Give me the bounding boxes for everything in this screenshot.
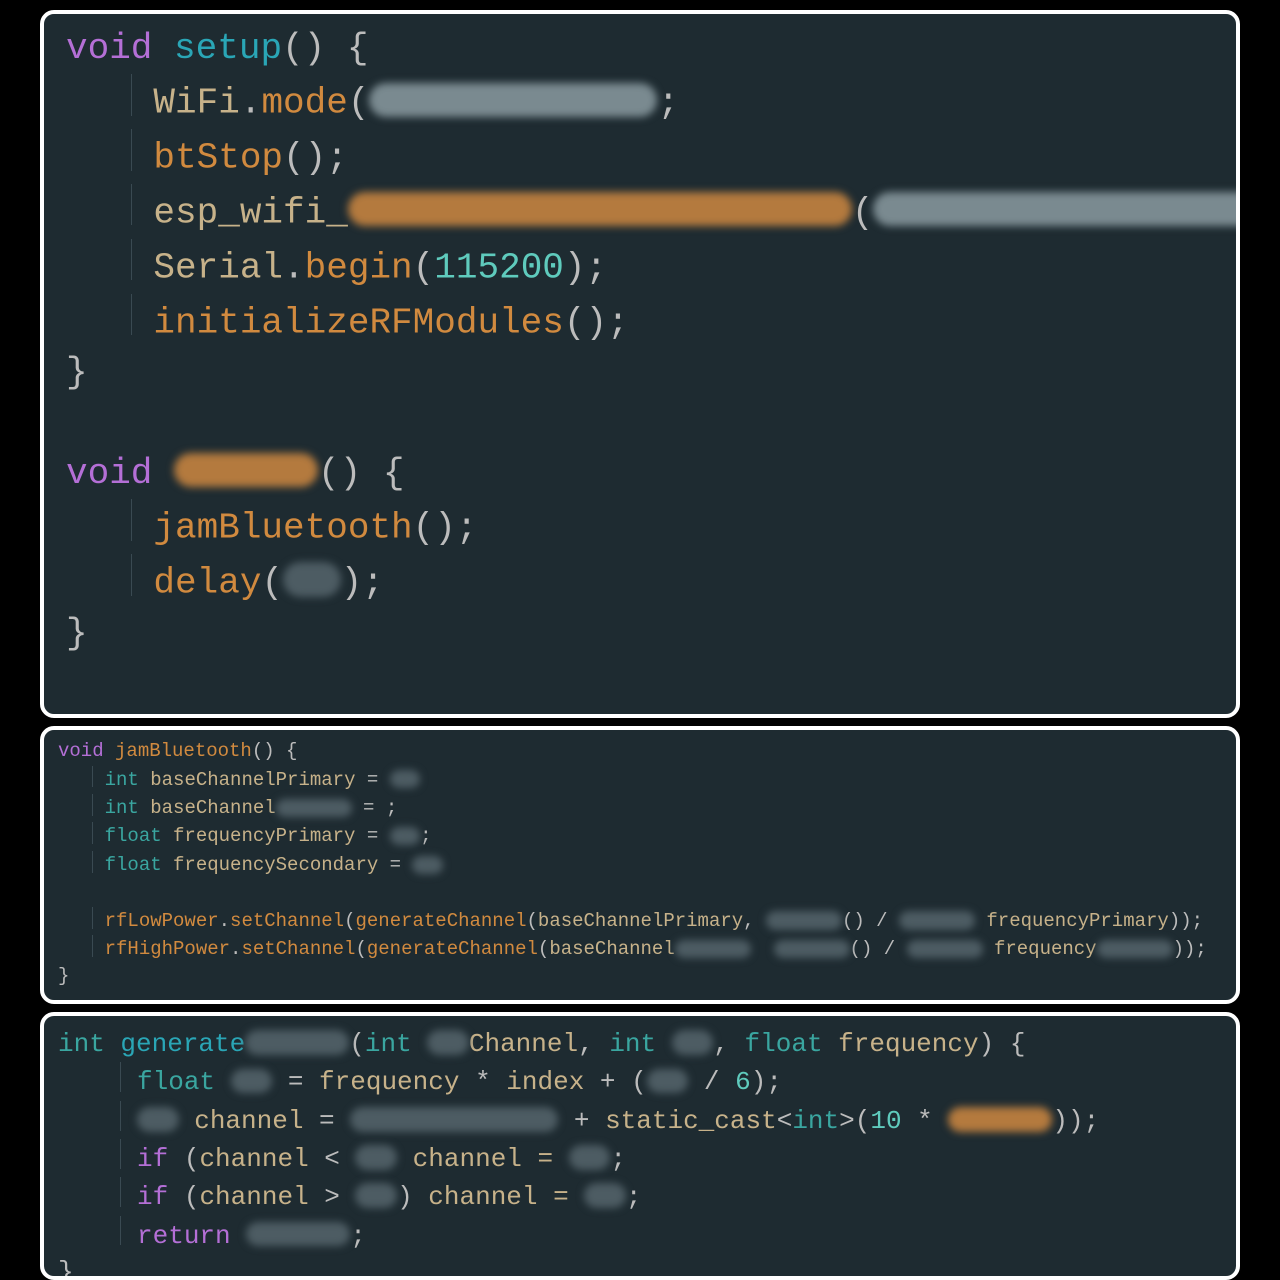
code-panel-3: int generate(int Channel, int , float fr…: [40, 1012, 1240, 1280]
redacted-region: [369, 83, 657, 117]
redacted-region: [569, 1145, 611, 1170]
code-block: int generate(int Channel, int , float fr…: [44, 1016, 1236, 1280]
redacted-region: [174, 453, 318, 487]
redacted-region: [899, 911, 975, 929]
code-panel-2: void jamBluetooth() { int baseChannelPri…: [40, 726, 1240, 1004]
code-panel-1: void setup() { WiFi.mode(; btStop(); esp…: [40, 10, 1240, 718]
redacted-region: [355, 1183, 397, 1208]
code-block: void jamBluetooth() { int baseChannelPri…: [44, 730, 1236, 999]
code-block: void setup() { WiFi.mode(; btStop(); esp…: [44, 14, 1236, 669]
redacted-region: [412, 856, 442, 874]
redacted-region: [675, 940, 751, 958]
redacted-region: [948, 1107, 1052, 1132]
redacted-region: [873, 192, 1240, 226]
redacted-region: [672, 1030, 714, 1055]
redacted-region: [907, 940, 983, 958]
redacted-region: [276, 799, 352, 817]
redacted-region: [390, 827, 420, 845]
redacted-region: [390, 770, 420, 788]
function-name: setup: [174, 28, 282, 69]
redacted-region: [283, 562, 341, 596]
redacted-region: [350, 1107, 558, 1132]
redacted-region: [1097, 940, 1173, 958]
redacted-region: [137, 1107, 179, 1132]
redacted-region: [348, 192, 852, 226]
redacted-region: [766, 911, 842, 929]
redacted-region: [246, 1222, 350, 1247]
redacted-region: [647, 1069, 689, 1094]
keyword-void: void: [66, 28, 152, 69]
redacted-region: [231, 1069, 273, 1094]
redacted-region: [245, 1030, 349, 1055]
redacted-region: [584, 1183, 626, 1208]
redacted-region: [774, 940, 850, 958]
code-panels-stack: void setup() { WiFi.mode(; btStop(); esp…: [40, 0, 1240, 1280]
redacted-region: [355, 1145, 397, 1170]
redacted-region: [427, 1030, 469, 1055]
